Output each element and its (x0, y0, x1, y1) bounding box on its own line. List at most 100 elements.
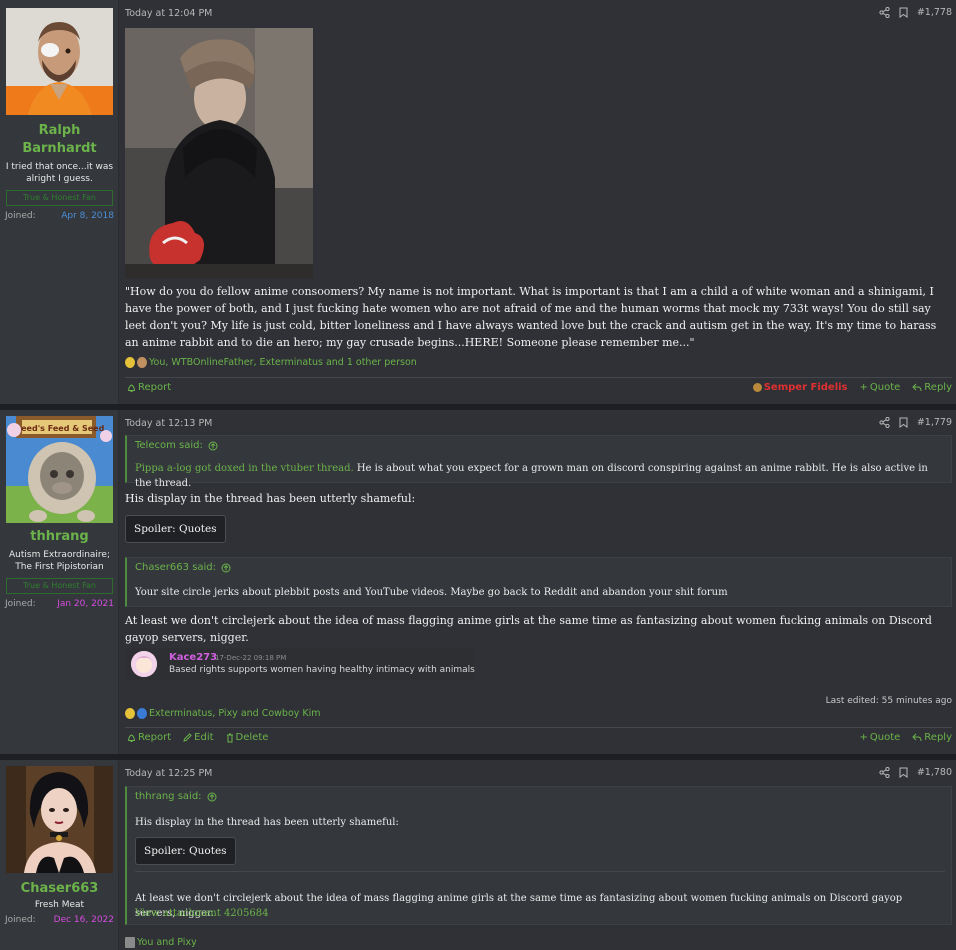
post-date[interactable]: Today at 12:04 PM (125, 8, 212, 19)
edit-button[interactable]: Edit (183, 732, 214, 743)
username[interactable]: Chaser663 (0, 880, 119, 898)
arrow-up-circle-icon[interactable] (221, 563, 231, 573)
spoiler-button[interactable]: Spoiler: Quotes (125, 515, 226, 543)
joined-date: Dec 16, 2022 (53, 915, 114, 925)
quote-text: Pippa a-log got doxed in the vtuber thre… (135, 463, 928, 489)
post-1778: Ralph Barnhardt I tried that once...it w… (0, 0, 956, 404)
user-panel: Sneed's Feed & Seed thhrang Autism Extra… (0, 410, 119, 754)
reactions-bar[interactable]: You and Pixy (125, 937, 197, 948)
message-body: Today at 12:25 PM #1,780 thhrang said: H… (119, 760, 956, 950)
quote-text: Your site circle jerks about plebbit pos… (135, 587, 728, 598)
post-footer: Report Semper Fidelis + Quote Reply (125, 377, 952, 399)
user-panel: Ralph Barnhardt I tried that once...it w… (0, 0, 119, 404)
reply-icon (912, 733, 922, 742)
quote-button[interactable]: + Quote (860, 382, 901, 393)
avatar-image: Sneed's Feed & Seed (6, 416, 113, 523)
joined-label: Joined: (5, 211, 36, 221)
quote-block: thhrang said: His display in the thread … (125, 786, 952, 925)
post-tools: #1,778 (879, 7, 952, 18)
user-title: I tried that once...it was alright I gue… (5, 162, 114, 184)
report-button[interactable]: Report (127, 732, 171, 743)
avatar[interactable] (6, 766, 113, 873)
message-body: Today at 12:13 PM #1,779 Telecom said: P… (119, 410, 956, 754)
user-banner: True & Honest Fan (6, 578, 113, 594)
share-icon[interactable] (879, 417, 890, 428)
reactions-text[interactable]: Exterminatus, Pixy and Cowboy Kim (149, 708, 321, 719)
post-number[interactable]: #1,779 (917, 417, 952, 428)
post-date[interactable]: Today at 12:13 PM (125, 418, 212, 429)
post-line: At least we don't circlejerk about the i… (125, 614, 932, 644)
arrow-up-circle-icon[interactable] (208, 441, 218, 451)
quote-link[interactable]: Pippa a-log got doxed in the vtuber thre… (135, 463, 354, 474)
avatar[interactable] (6, 8, 113, 115)
quote-author[interactable]: Telecom said: (135, 440, 218, 451)
discord-avatar (131, 651, 157, 677)
post-number[interactable]: #1,778 (917, 7, 952, 18)
quote-author[interactable]: Chaser663 said: (135, 562, 231, 573)
last-edited: Last edited: 55 minutes ago (825, 696, 952, 706)
reply-icon (912, 383, 922, 392)
pineapple-icon (125, 708, 135, 719)
user-title: Fresh Meat (34, 900, 85, 910)
user-title: Autism Extraordinaire; The First Pipisto… (8, 550, 111, 572)
discord-username: Kace273 (169, 652, 218, 663)
joined-label: Joined: (5, 915, 36, 925)
spoiler-button[interactable]: Spoiler: Quotes (135, 837, 236, 865)
svg-text:Sneed's Feed & Seed: Sneed's Feed & Seed (10, 424, 105, 433)
username[interactable]: Ralph Barnhardt (0, 122, 119, 158)
bookmark-icon[interactable] (899, 417, 908, 428)
post-tools: #1,780 (879, 767, 952, 778)
avatar-image (6, 766, 113, 873)
reaction-icon (125, 937, 135, 948)
divider (135, 871, 945, 872)
post-image[interactable] (125, 28, 313, 278)
post-line: His display in the thread has been utter… (125, 492, 416, 505)
message-body: Today at 12:04 PM #1,778 "How do you do … (119, 0, 956, 404)
discord-screenshot[interactable]: Kace273 17-Dec-22 09:18 PM Based rights … (125, 648, 475, 680)
info-icon (137, 708, 147, 719)
reaction-icon (137, 357, 147, 368)
report-button[interactable]: Report (127, 382, 171, 393)
post-tools: #1,779 (879, 417, 952, 428)
bookmark-icon[interactable] (899, 7, 908, 18)
reactions-bar[interactable]: You, WTBOnlineFather, Exterminatus and 1… (125, 357, 417, 368)
share-icon[interactable] (879, 7, 890, 18)
joined-date: Jan 20, 2021 (57, 599, 114, 609)
bell-icon (127, 383, 136, 392)
bookmark-icon[interactable] (899, 767, 908, 778)
post-text: "How do you do fellow anime consoomers? … (125, 285, 937, 349)
username[interactable]: thhrang (0, 528, 119, 546)
pineapple-icon (125, 357, 135, 368)
reply-button[interactable]: Reply (912, 732, 952, 743)
trash-icon (226, 733, 233, 742)
quote-block: Telecom said: Pippa a-log got doxed in t… (125, 435, 952, 489)
attachment-link[interactable]: View attachment 4205684 (135, 906, 945, 921)
joined-date: Apr 8, 2018 (61, 211, 114, 221)
post-number[interactable]: #1,780 (917, 767, 952, 778)
flair-icon (752, 383, 762, 392)
reactions-text[interactable]: You and Pixy (137, 937, 197, 948)
reactions-bar[interactable]: Exterminatus, Pixy and Cowboy Kim (125, 708, 321, 719)
joined-label: Joined: (5, 599, 36, 609)
discord-message: Based rights supports women having healt… (169, 665, 475, 675)
bell-icon (127, 733, 136, 742)
quote-button[interactable]: + Quote (860, 732, 901, 743)
delete-button[interactable]: Delete (226, 732, 268, 743)
flair-name: Semper Fidelis (763, 382, 848, 393)
post-1779: Sneed's Feed & Seed thhrang Autism Extra… (0, 410, 956, 754)
avatar-image (6, 8, 113, 115)
quote-author[interactable]: thhrang said: (135, 791, 217, 802)
share-icon[interactable] (879, 767, 890, 778)
discord-timestamp: 17-Dec-22 09:18 PM (215, 654, 287, 662)
quote-line: His display in the thread has been utter… (135, 817, 399, 828)
pencil-icon (183, 733, 192, 742)
user-panel: Chaser663 Fresh Meat Joined: Dec 16, 202… (0, 760, 119, 950)
arrow-up-circle-icon[interactable] (207, 792, 217, 802)
flair: Semper Fidelis (752, 382, 848, 393)
quote-block: Chaser663 said: Your site circle jerks a… (125, 557, 952, 607)
post-1780: Chaser663 Fresh Meat Joined: Dec 16, 202… (0, 760, 956, 950)
reactions-text[interactable]: You, WTBOnlineFather, Exterminatus and 1… (149, 357, 417, 368)
post-date[interactable]: Today at 12:25 PM (125, 768, 212, 779)
reply-button[interactable]: Reply (912, 382, 952, 393)
avatar[interactable]: Sneed's Feed & Seed (6, 416, 113, 523)
